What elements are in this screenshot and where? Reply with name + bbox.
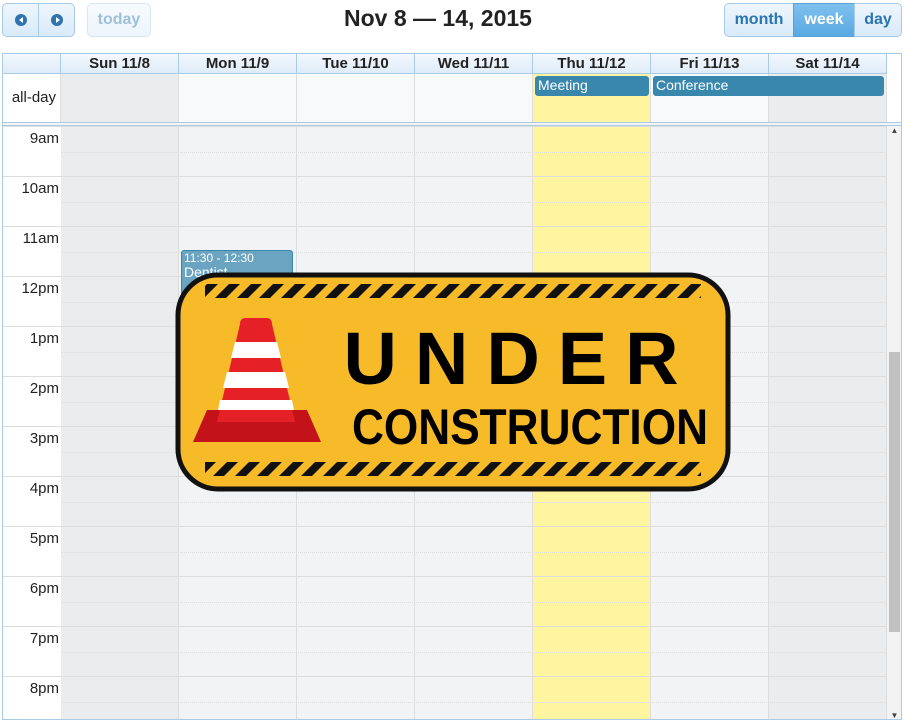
hour-label: 4pm [29,480,59,497]
hour-label: 12pm [21,280,59,297]
allday-event-meeting[interactable]: Meeting [535,76,649,96]
hour-label: 7pm [29,630,59,647]
hour-label: 2pm [29,380,59,397]
hour-label: 9am [29,130,59,147]
day-header: Mon 11/9 [179,54,297,74]
day-header: Wed 11/11 [415,54,533,74]
day-header: Thu 11/12 [533,54,651,74]
allday-cell[interactable] [179,74,297,122]
hour-row: 8pm [3,676,887,719]
allday-label: all-day [3,74,61,122]
view-day-button[interactable]: day [854,3,902,37]
allday-cell[interactable] [297,74,415,122]
scroll-up-icon[interactable]: ▲ [887,126,901,135]
hour-label: 3pm [29,430,59,447]
day-header: Sat 11/14 [769,54,887,74]
hour-label: 1pm [29,330,59,347]
hour-row: 6pm [3,576,887,626]
hour-row: 9am [3,126,887,176]
overlay-line1: UNDER [343,317,696,400]
allday-event-conference[interactable]: Conference [653,76,884,96]
hour-label: 10am [21,180,59,197]
hour-label: 5pm [29,530,59,547]
day-header: Fri 11/13 [651,54,769,74]
hour-label: 11am [22,230,59,247]
day-header: Tue 11/10 [297,54,415,74]
hour-row: 11am [3,226,887,276]
view-week-button[interactable]: week [793,3,855,37]
allday-cell[interactable] [61,74,179,122]
event-time: 11:30 - 12:30 [184,251,254,265]
scroll-thumb[interactable] [889,352,900,632]
overlay-line2: CONSTRUCTION [352,399,708,455]
hour-label: 6pm [29,580,59,597]
allday-cell[interactable] [415,74,533,122]
scrollbar[interactable]: ▲ ▼ [887,126,901,719]
hour-row: 5pm [3,526,887,576]
view-month-button[interactable]: month [724,3,794,37]
hour-row: 10am [3,176,887,226]
hour-row: 7pm [3,626,887,676]
scroll-down-icon[interactable]: ▼ [887,711,901,719]
day-header: Sun 11/8 [61,54,179,74]
under-construction-sign: UNDER CONSTRUCTION [175,272,731,492]
header-corner [3,54,61,74]
hour-label: 8pm [29,680,59,697]
